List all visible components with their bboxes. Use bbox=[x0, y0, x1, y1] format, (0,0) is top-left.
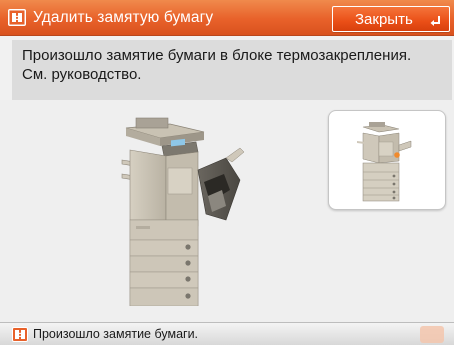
copier-illustration bbox=[121, 117, 245, 306]
status-indicator-icon[interactable] bbox=[420, 326, 444, 343]
status-bar: Произошло замятие бумаги. bbox=[0, 322, 454, 345]
illustration-area bbox=[0, 100, 454, 322]
paper-jam-screen: Удалить замятую бумагу Закрыть Произошло… bbox=[0, 0, 454, 345]
status-message: Произошло замятие бумаги. bbox=[33, 327, 199, 341]
paper-jam-status-icon bbox=[12, 327, 28, 342]
error-message-line-1: Произошло замятие бумаги в блоке термоза… bbox=[22, 47, 412, 64]
jam-location-thumbnail bbox=[328, 110, 446, 210]
return-arrow-icon bbox=[430, 16, 440, 26]
page-title: Удалить замятую бумагу bbox=[33, 9, 214, 26]
copier-thumbnail-icon bbox=[357, 122, 412, 202]
close-button-label: Закрыть bbox=[355, 11, 413, 28]
close-button[interactable]: Закрыть bbox=[332, 6, 450, 32]
error-message-line-2: См. руководство. bbox=[22, 66, 142, 83]
message-panel: Произошло замятие бумаги в блоке термоза… bbox=[12, 40, 452, 100]
paper-jam-icon bbox=[8, 9, 26, 26]
title-bar: Удалить замятую бумагу Закрыть bbox=[0, 0, 454, 36]
error-message: Произошло замятие бумаги в блоке термоза… bbox=[22, 46, 442, 84]
